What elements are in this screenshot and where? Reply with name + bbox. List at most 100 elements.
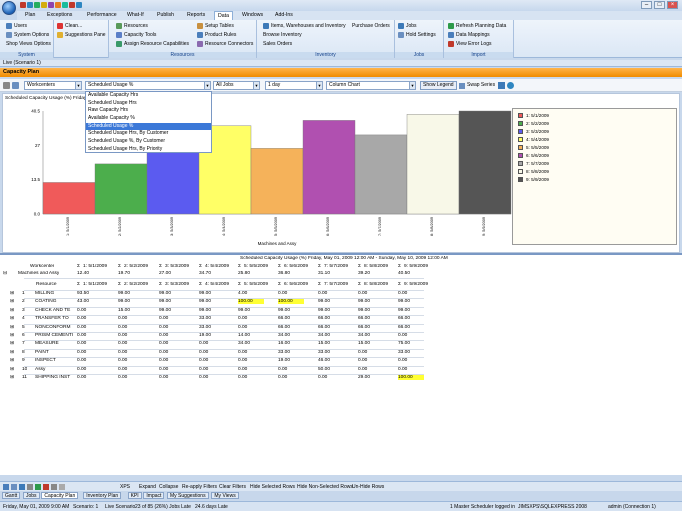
column-header[interactable]: 6: 5/6/2009 (284, 282, 308, 287)
table-cell[interactable]: 0.00 (199, 358, 235, 363)
table-cell[interactable]: 34.00 (358, 333, 394, 338)
table-cell[interactable]: 33.00 (398, 350, 434, 355)
sales-orders-button[interactable]: Sales Orders (263, 41, 292, 47)
table-cell[interactable]: 29.00 (358, 375, 394, 380)
table-cell[interactable]: 99.00 (199, 308, 235, 313)
quick-access-icon[interactable] (69, 2, 75, 8)
table-cell[interactable]: 34.00 (238, 341, 274, 346)
table-cell[interactable]: 66.00 (398, 325, 434, 330)
bar[interactable] (458, 110, 512, 215)
column-header[interactable]: 1: 5/1/2009 (83, 282, 107, 287)
resource-name[interactable]: CHECK AND TE (35, 308, 75, 313)
quick-access-icon[interactable] (41, 2, 47, 8)
table-cell[interactable]: 0.00 (278, 375, 314, 380)
expand-row-icon[interactable]: ⊞ (10, 358, 14, 363)
table-cell[interactable]: 99.00 (238, 308, 274, 313)
table-cell[interactable]: 99.00 (118, 299, 154, 304)
minimize-button[interactable]: – (641, 1, 652, 9)
resource-name[interactable]: COATING (35, 299, 75, 304)
grid-action-re-apply-filters[interactable]: Re-apply Filters (182, 484, 217, 490)
tab-capacity-plan[interactable]: Capacity Plan (41, 492, 79, 499)
grid-action-clear-filters[interactable]: Clear Filters (219, 484, 246, 490)
table-cell[interactable]: 0.00 (118, 367, 154, 372)
table-cell[interactable]: 66.00 (278, 316, 314, 321)
swap-series-button[interactable]: Swap Series (459, 81, 495, 90)
workcenter-name[interactable]: Machines and Assy (18, 271, 59, 276)
table-cell[interactable]: 0.00 (118, 358, 154, 363)
bar[interactable] (42, 182, 96, 215)
dropdown-option[interactable]: Scheduled Usage % (86, 122, 211, 131)
resource-name[interactable]: PRISM CEMENTI (35, 333, 75, 338)
quick-access-icon[interactable] (55, 2, 61, 8)
bar[interactable] (250, 148, 304, 215)
expand-row-icon[interactable]: ⊞ (10, 291, 14, 296)
table-cell[interactable]: 0.00 (77, 325, 113, 330)
expand-row-icon[interactable]: ⊞ (10, 308, 14, 313)
table-cell[interactable]: 0.00 (278, 291, 314, 296)
table-cell[interactable]: 0.00 (159, 333, 195, 338)
table-cell[interactable]: 0.00 (77, 350, 113, 355)
tab-kpi[interactable]: KPI (127, 492, 142, 499)
xps-icon[interactable] (59, 484, 65, 490)
table-cell[interactable]: 0.00 (398, 358, 434, 363)
table-cell[interactable]: 0.00 (398, 291, 434, 296)
capacity-tools-button[interactable]: Capacity Tools (116, 32, 156, 38)
bucket-select[interactable]: 1 day ▼ (265, 81, 323, 90)
split-layout-icon[interactable] (19, 484, 25, 490)
print-icon[interactable] (27, 484, 33, 490)
tab-gantt[interactable]: Gantt (2, 492, 21, 499)
grid-action-un-hide-rows[interactable]: Un-Hide Rows (352, 484, 384, 490)
table-cell[interactable]: 50.00 (318, 367, 354, 372)
table-cell[interactable]: 0.00 (238, 325, 274, 330)
table-cell[interactable]: 66.00 (398, 316, 434, 321)
table-cell[interactable]: 99.00 (398, 299, 434, 304)
resource-name[interactable]: MEASURE (35, 341, 75, 346)
table-cell[interactable]: 99.00 (159, 308, 195, 313)
table-cell[interactable]: 0.00 (159, 358, 195, 363)
expand-row-icon[interactable]: ⊞ (10, 325, 14, 330)
table-cell[interactable]: 16.00 (278, 341, 314, 346)
bar[interactable] (94, 163, 148, 215)
table-cell[interactable]: 33.00 (278, 350, 314, 355)
column-header[interactable]: 6: 5/6/2009 (284, 264, 308, 269)
product-rules-button[interactable]: Product Rules (197, 32, 236, 38)
users-button[interactable]: Users (6, 23, 27, 29)
table-cell[interactable]: 33.00 (318, 350, 354, 355)
table-cell[interactable]: 66.00 (358, 325, 394, 330)
table-cell[interactable]: 93.50 (77, 291, 113, 296)
table-cell[interactable]: 99.00 (358, 299, 394, 304)
grid-action-expand[interactable]: Expand (139, 484, 156, 490)
column-header[interactable]: 8: 5/8/2009 (364, 264, 388, 269)
dropdown-option[interactable]: Available Capacity Hrs (86, 92, 211, 100)
table-cell[interactable]: 0.00 (238, 350, 274, 355)
resource-name[interactable]: TRANSFER TO (35, 316, 75, 321)
tab-my-suggestions[interactable]: My Suggestions (167, 492, 209, 499)
quick-access-icon[interactable] (76, 2, 82, 8)
expand-row-icon[interactable]: ⊞ (10, 375, 14, 380)
resource-name[interactable]: NONCONFORM (35, 325, 75, 330)
bar[interactable] (302, 120, 356, 215)
table-cell[interactable]: 0.00 (77, 367, 113, 372)
pdf-icon[interactable] (43, 484, 49, 490)
dropdown-option[interactable]: Scheduled Usage Hrs (86, 100, 211, 108)
expand-icon[interactable]: ⊟ (3, 271, 7, 276)
table-cell[interactable]: 99.00 (118, 291, 154, 296)
table-cell[interactable]: 0.00 (238, 358, 274, 363)
resource-name[interactable]: PAINT (35, 350, 75, 355)
table-cell[interactable]: 0.00 (238, 316, 274, 321)
assign-capabilities-button[interactable]: Assign Resource Capabilities (116, 41, 189, 47)
quick-access-icon[interactable] (27, 2, 33, 8)
refresh-planning-data-button[interactable]: Refresh Planning Data (448, 23, 506, 29)
grid-action-hide-non-selected-rows[interactable]: Hide Non-Selected Rows (297, 484, 353, 490)
column-header[interactable]: 1: 5/1/2009 (83, 264, 107, 269)
table-cell[interactable]: 0.00 (199, 367, 235, 372)
bar[interactable] (406, 114, 460, 215)
maximize-button[interactable]: □ (654, 1, 665, 9)
tab-my-views[interactable]: My Views (211, 492, 239, 499)
table-cell[interactable]: 99.00 (199, 299, 235, 304)
help-icon[interactable] (507, 82, 514, 89)
menu-plan[interactable]: Plan (25, 12, 35, 18)
clean-button[interactable]: Clean... (57, 23, 82, 29)
table-cell[interactable]: 0.00 (159, 341, 195, 346)
table-cell[interactable]: 100.00 (398, 375, 424, 380)
